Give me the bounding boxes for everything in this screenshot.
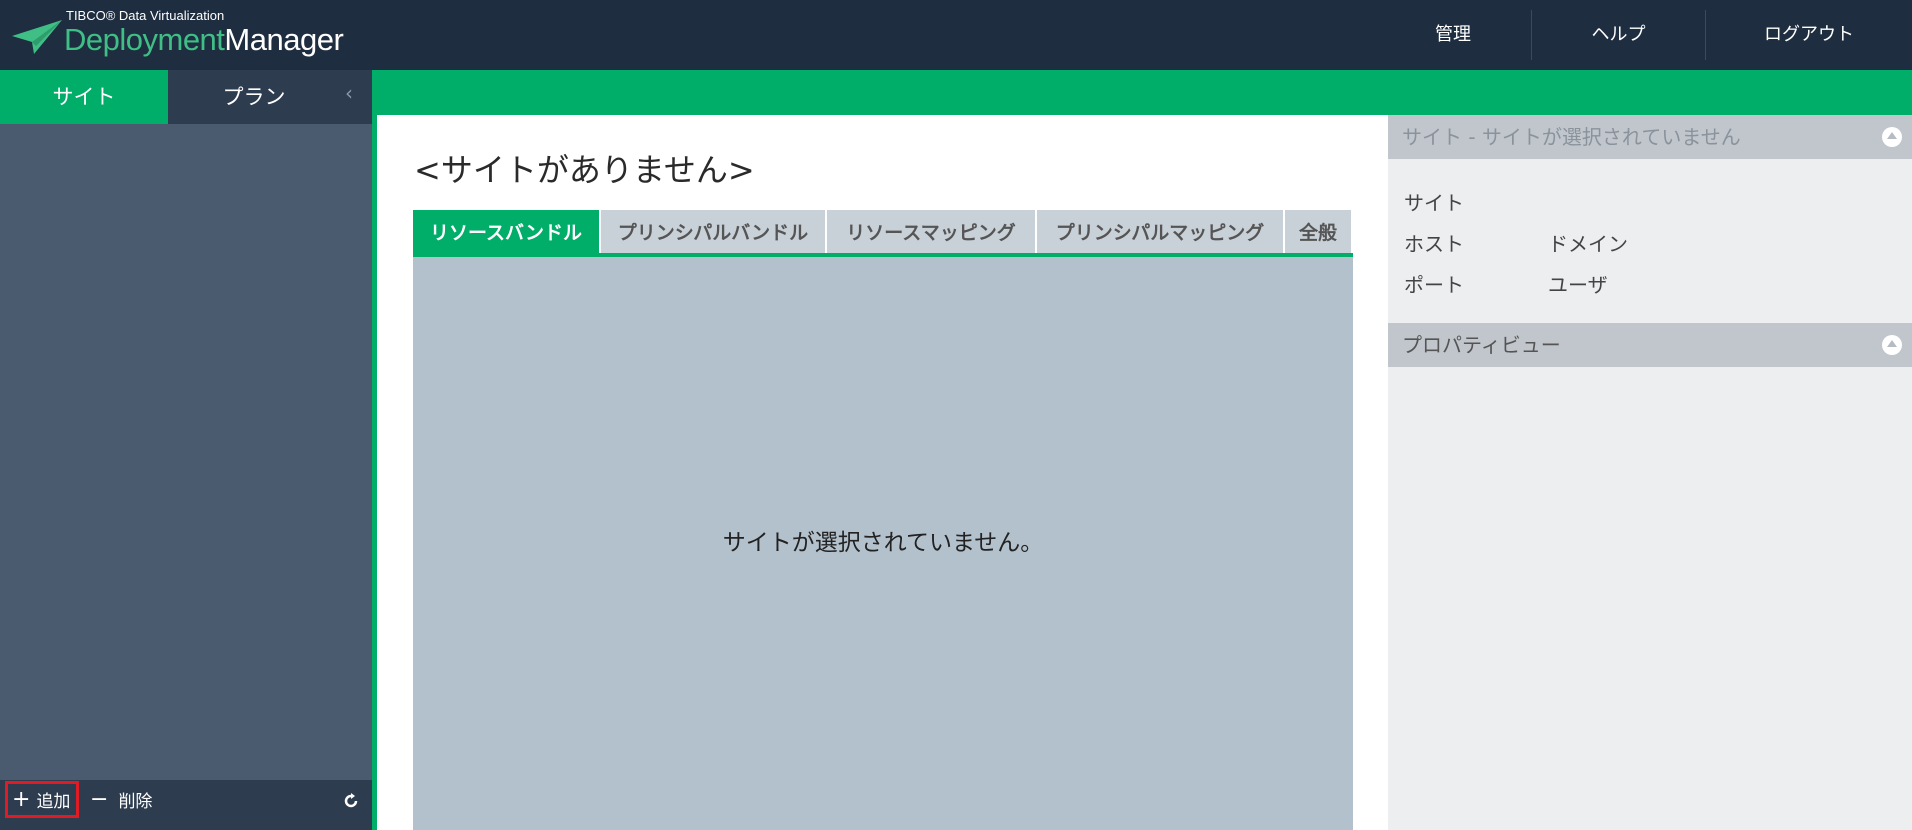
tab-resource-bundle[interactable]: リソースバンドル [413,210,599,256]
port-label: ポート [1404,273,1464,297]
site-label: サイト [1404,191,1464,215]
empty-state-message: サイトが選択されていません。 [722,530,1044,556]
brand-title-part1: Deployment [64,22,225,57]
host-label: ホスト [1404,232,1464,256]
main-tabs: リソースバンドル プリンシパルバンドル リソースマッピング プリンシパルマッピン… [413,210,1353,256]
brand-title: DeploymentManager [64,22,344,58]
sidebar: サイト プラン ‹ + 追加 − 削除 [0,70,372,830]
tab-general[interactable]: 全般 [1285,210,1351,256]
site-panel-title: サイト - サイトが選択されていません [1402,125,1741,149]
brand-title-part2: Manager [224,22,344,57]
user-label: ユーザ [1548,273,1608,297]
collapse-circle-icon[interactable] [1882,335,1902,355]
logo-paper-plane-icon [12,20,62,54]
collapse-circle-icon[interactable] [1882,127,1902,147]
page-title: <サイトがありません> [414,151,755,189]
sidebar-tabs: サイト プラン ‹ [0,70,372,124]
plus-icon: + [12,786,31,812]
add-site-button[interactable]: + 追加 [5,781,79,818]
top-nav: 管理 ヘルプ ログアウト [1375,0,1912,70]
tab-plan[interactable]: プラン [168,70,340,124]
minus-icon: − [90,786,109,812]
add-label: 追加 [36,792,71,812]
delete-site-button[interactable]: − 削除 [90,781,152,818]
nav-logout-link[interactable]: ログアウト [1706,0,1912,70]
delete-label: 削除 [118,792,153,812]
details-panel: サイト - サイトが選択されていません サイト ホスト ドメイン ポート ユーザ… [1388,115,1912,830]
domain-label: ドメイン [1548,232,1628,256]
collapse-chevron-icon[interactable]: ‹ [345,81,353,105]
tab-content: サイトが選択されていません。 [413,257,1353,830]
tab-principal-mapping[interactable]: プリンシパルマッピング [1037,210,1283,256]
nav-admin-link[interactable]: 管理 [1375,0,1531,70]
nav-help-link[interactable]: ヘルプ [1532,0,1705,70]
tab-resource-mapping[interactable]: リソースマッピング [827,210,1035,256]
refresh-icon[interactable] [343,793,359,809]
property-view-header[interactable]: プロパティビュー [1388,323,1912,367]
accent-bar [372,70,1912,115]
app-header: TIBCO® Data Virtualization DeploymentMan… [0,0,1912,70]
property-view-title: プロパティビュー [1402,333,1561,357]
tab-site[interactable]: サイト [0,70,168,124]
brand-small-text: TIBCO® Data Virtualization [66,8,225,23]
main-panel: <サイトがありません> リソースバンドル プリンシパルバンドル リソースマッピン… [377,115,1388,830]
tab-principal-bundle[interactable]: プリンシパルバンドル [601,210,825,256]
site-panel-header[interactable]: サイト - サイトが選択されていません [1388,115,1912,159]
